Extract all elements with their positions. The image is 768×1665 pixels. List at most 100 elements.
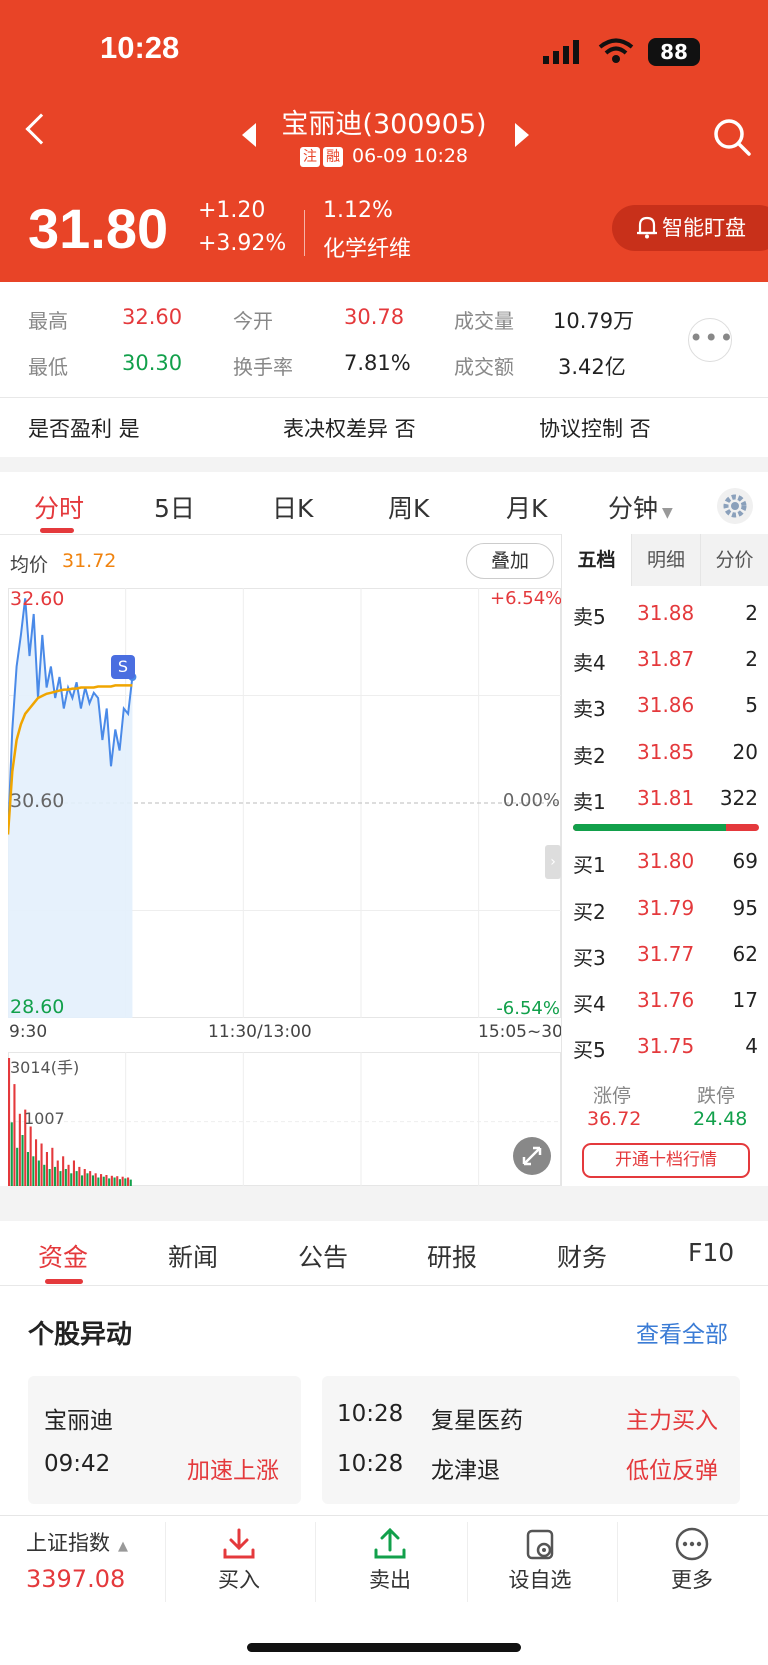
tab-daily-k[interactable]: 日K (272, 489, 313, 525)
open-label: 今开 (233, 309, 273, 333)
ask-price: 31.86 (637, 693, 695, 717)
ask-row[interactable]: 卖3 31.86 5 (0, 693, 768, 723)
turnover-pct: 1.12% (323, 198, 393, 223)
bid-row[interactable]: 买5 31.75 4 (0, 1034, 768, 1064)
bid-price: 31.79 (637, 896, 695, 920)
volume-bar (35, 1139, 38, 1186)
tab-intraday[interactable]: 分时 (34, 489, 84, 525)
tab-funds[interactable]: 资金 (38, 1238, 88, 1274)
tab-price-distribution[interactable]: 分价 (700, 534, 768, 586)
wifi-icon (598, 38, 634, 63)
open-value: 30.78 (344, 305, 405, 329)
volume-chart[interactable] (8, 1052, 561, 1186)
tab-5day[interactable]: 5日 (154, 489, 195, 525)
section-gap (0, 457, 768, 472)
volume-bar (32, 1156, 35, 1186)
ask-row[interactable]: 卖2 31.85 20 (0, 740, 768, 770)
margin-tag-zhu: 注 (299, 147, 320, 167)
smart-watch-button[interactable]: 智能盯盘 (612, 205, 768, 251)
ten-level-button[interactable]: 开通十档行情 (582, 1143, 750, 1178)
limit-up-label: 涨停 (593, 1085, 632, 1107)
ask-volume: 2 (745, 601, 758, 625)
voting-info: 表决权差异 否 (283, 417, 416, 441)
sell-button[interactable]: 卖出 (315, 1524, 465, 1594)
tab-details[interactable]: 明细 (631, 534, 700, 586)
alert-event: 主力买入 (626, 1408, 718, 1434)
bid-row[interactable]: 买3 31.77 62 (0, 942, 768, 972)
turnover-label: 换手率 (233, 355, 293, 379)
tab-announcements[interactable]: 公告 (298, 1238, 348, 1274)
tab-weekly-k[interactable]: 周K (388, 489, 429, 525)
industry[interactable]: 化学纤维 (323, 231, 411, 263)
bid-row[interactable]: 买2 31.79 95 (0, 896, 768, 926)
tab-news[interactable]: 新闻 (168, 1238, 218, 1274)
volume-bar (102, 1176, 105, 1186)
ask-price: 31.87 (637, 647, 695, 671)
divider (0, 1285, 768, 1286)
bid-label: 买1 (573, 853, 606, 877)
volume-bar (118, 1179, 121, 1186)
fullscreen-icon[interactable] (512, 1136, 552, 1176)
search-icon[interactable] (712, 117, 752, 157)
alert-stock-name: 龙津退 (431, 1458, 500, 1484)
ask-volume: 20 (732, 740, 758, 764)
more-stats-button[interactable]: ••• (688, 318, 733, 362)
volume-bar (64, 1169, 67, 1186)
volume-bar (70, 1173, 73, 1186)
ask-label: 卖2 (573, 744, 606, 768)
price-change-pct: +3.92% (198, 231, 287, 256)
bid-volume: 4 (745, 1034, 758, 1058)
buy-button[interactable]: 买入 (164, 1524, 314, 1594)
settings-gear-icon[interactable] (716, 487, 754, 525)
tab-minute[interactable]: 分钟 ▼ (608, 489, 673, 525)
limit-down-label: 跌停 (697, 1085, 736, 1107)
volume-bar (121, 1176, 124, 1186)
tab-monthly-k[interactable]: 月K (506, 489, 547, 525)
ask-row[interactable]: 卖1 31.81 322 (0, 786, 768, 816)
bid-volume: 95 (732, 896, 758, 920)
limit-down-value: 24.48 (693, 1108, 748, 1130)
stock-subtitle: 注融 06-09 10:28 (0, 145, 768, 167)
tab-five-levels[interactable]: 五档 (562, 534, 631, 586)
alert-event: 低位反弹 (626, 1458, 718, 1484)
volume-bar (21, 1135, 24, 1186)
volume-bar (116, 1176, 119, 1186)
volume-bar (16, 1147, 19, 1186)
amount-value: 3.42亿 (558, 355, 626, 379)
high-label: 最高 (28, 309, 68, 333)
volume-border (8, 1052, 561, 1186)
volume-bar (45, 1152, 48, 1186)
tab-f10[interactable]: F10 (688, 1238, 734, 1267)
volume-bar (127, 1177, 130, 1186)
more-button[interactable]: 更多 (617, 1524, 767, 1594)
profit-info: 是否盈利 是 (28, 417, 140, 441)
alert-stock-name: 宝丽迪 (44, 1408, 113, 1434)
volume-bar (97, 1177, 100, 1186)
bid-volume: 62 (732, 942, 758, 966)
bid-row[interactable]: 买4 31.76 17 (0, 988, 768, 1018)
ask-row[interactable]: 卖4 31.87 2 (0, 647, 768, 677)
download-icon (223, 1528, 255, 1559)
next-stock-icon[interactable] (515, 123, 529, 147)
view-all-link[interactable]: 查看全部 (636, 1315, 728, 1349)
bid-volume: 17 (732, 988, 758, 1012)
volume-bar (62, 1156, 65, 1186)
ask-row[interactable]: 卖5 31.88 2 (0, 601, 768, 631)
divider (0, 397, 768, 398)
bid-row[interactable]: 买1 31.80 69 (0, 849, 768, 879)
stock-header: 10:28 88 宝丽迪(300905) 注融 06-09 10:28 31.8… (0, 0, 768, 282)
tab-financials[interactable]: 财务 (557, 1238, 607, 1274)
ask-price: 31.88 (637, 601, 695, 625)
volume-bar (26, 1152, 29, 1186)
low-label: 最低 (28, 355, 68, 379)
index-ticker[interactable]: 上证指数 ▲ 3397.08 (26, 1527, 166, 1593)
alerts-title: 个股异动 (28, 1320, 133, 1350)
price-change: +1.20 (198, 198, 266, 223)
tab-research[interactable]: 研报 (427, 1238, 477, 1274)
add-watchlist-button[interactable]: 设自选 (465, 1524, 615, 1594)
ask-price: 31.81 (637, 786, 695, 810)
overlay-button[interactable]: 叠加 (466, 543, 554, 579)
buy-sell-ratio-bar (573, 824, 759, 831)
volume-bar (105, 1175, 108, 1186)
tab-indicator (45, 1279, 83, 1284)
